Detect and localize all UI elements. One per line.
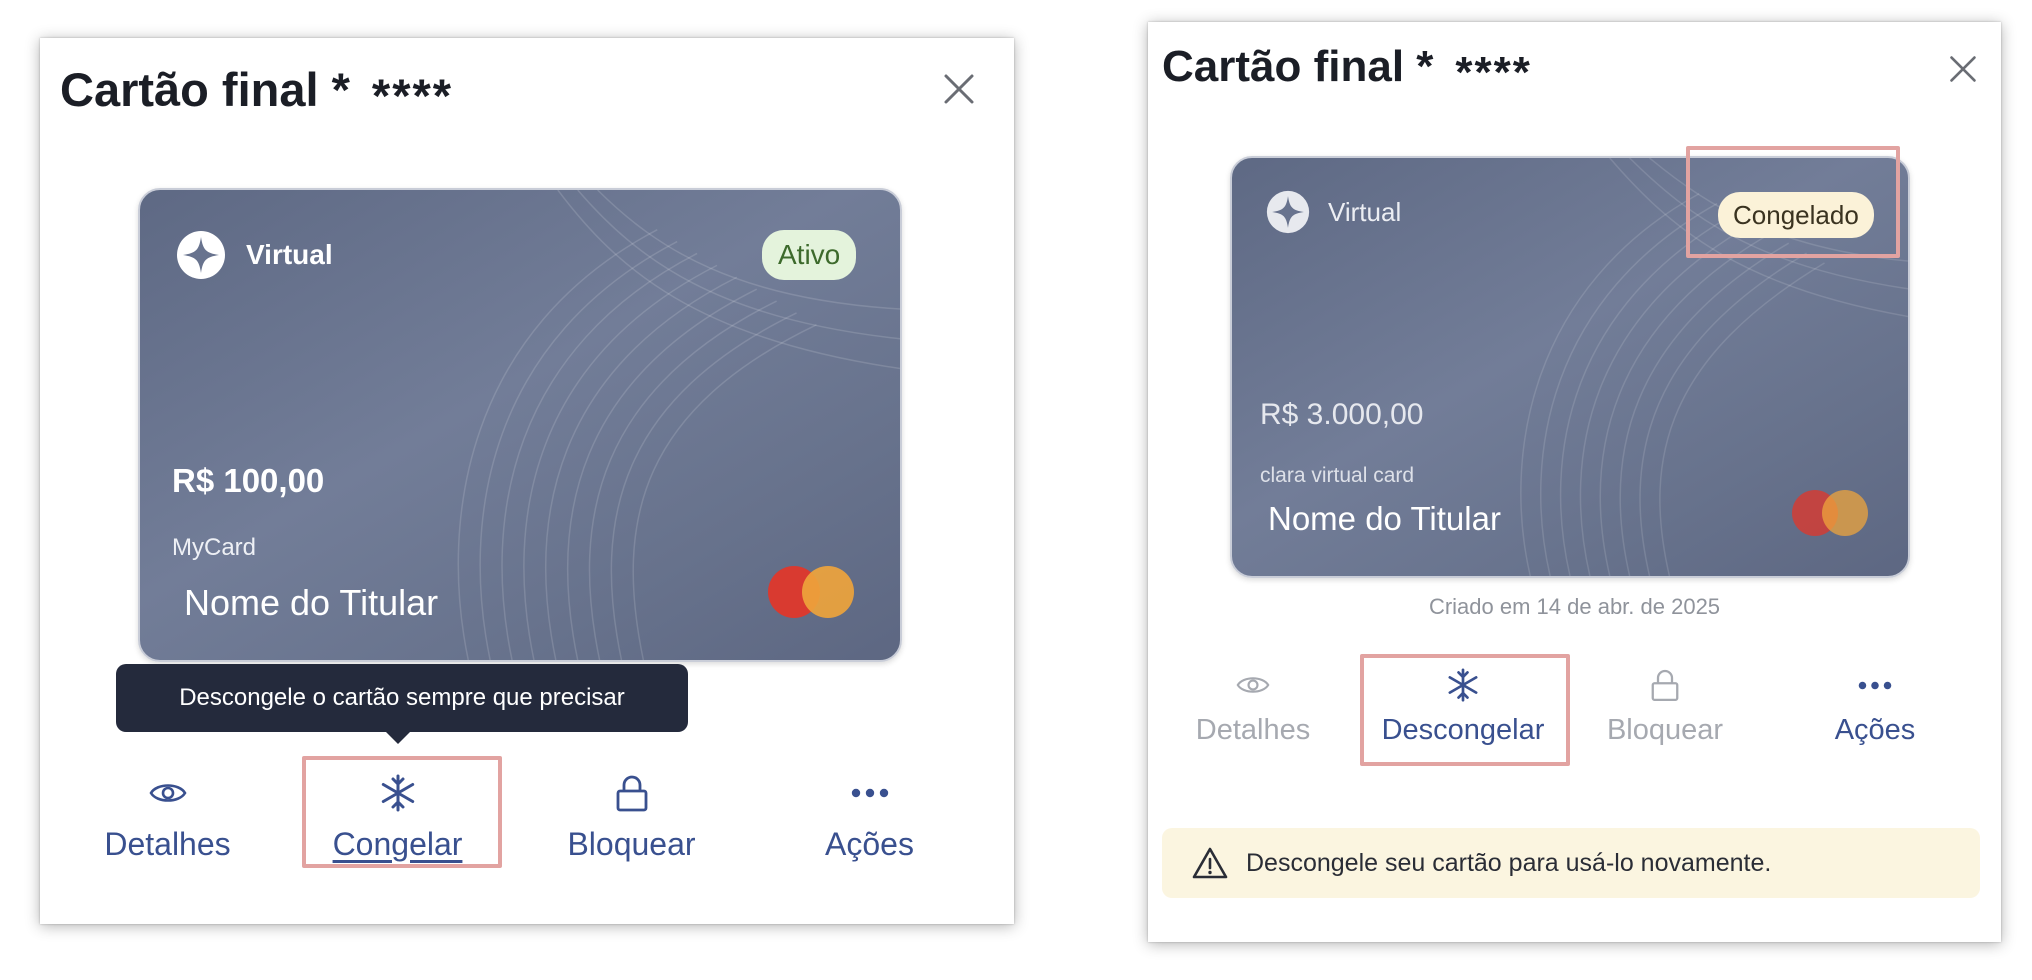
created-date: Criado em 14 de abr. de 2025	[1428, 594, 1721, 619]
card-limit-amount: R$ 3.000,00	[1260, 398, 1424, 431]
virtual-star-icon	[177, 231, 225, 279]
details-button[interactable]: Detalhes	[80, 768, 255, 863]
freeze-button[interactable]: Congelar	[310, 768, 485, 863]
virtual-card: Virtual Congelado R$ 3.000,00 clara virt…	[1230, 156, 1910, 578]
frozen-notice: Descongele seu cartão para usá-lo novame…	[1162, 828, 1980, 898]
mastercard-logo	[1792, 490, 1872, 536]
more-actions-label: Ações	[1834, 714, 1916, 746]
card-holder-name: Nome do Titular	[184, 582, 439, 623]
card-type: Virtual	[176, 230, 333, 280]
close-icon[interactable]	[942, 72, 976, 106]
virtual-card: Virtual Ativo R$ 100,00 MyCard Nome do T…	[138, 188, 902, 662]
panel-title-text: Cartão final *	[60, 63, 350, 116]
close-icon[interactable]	[1948, 54, 1978, 84]
card-holder-name: Nome do Titular	[1268, 500, 1501, 537]
eye-icon	[148, 784, 187, 802]
mastercard-logo	[768, 566, 860, 618]
frozen-notice-text: Descongele seu cartão para usá-lo novame…	[1246, 848, 1772, 877]
virtual-star-icon	[1266, 190, 1310, 234]
more-actions-button[interactable]: Ações	[1790, 662, 1960, 747]
masked-card-number: ****	[371, 69, 454, 122]
block-label: Bloquear	[567, 826, 696, 862]
card-type-label: Virtual	[246, 239, 333, 270]
snowflake-icon	[1448, 668, 1478, 702]
freeze-tooltip: Descongele o cartão sempre que precisar	[116, 664, 688, 744]
details-button[interactable]: Detalhes	[1168, 662, 1338, 747]
unfreeze-button[interactable]: Descongelar	[1360, 662, 1566, 747]
details-label: Detalhes	[104, 826, 231, 862]
lock-icon	[1651, 669, 1679, 702]
block-button[interactable]: Bloquear	[1580, 662, 1750, 747]
panel-title: Cartão final * ****	[1162, 42, 1532, 97]
masked-card-number: ****	[1455, 48, 1532, 97]
panel-title: Cartão final * ****	[60, 62, 453, 122]
lock-icon	[616, 775, 647, 812]
block-button[interactable]: Bloquear	[544, 768, 719, 863]
eye-icon	[1236, 677, 1270, 693]
more-actions-button[interactable]: Ações	[782, 768, 957, 863]
unfreeze-label: Descongelar	[1381, 714, 1545, 746]
more-actions-label: Ações	[825, 826, 914, 862]
card-type-label: Virtual	[1328, 196, 1402, 227]
block-label: Bloquear	[1606, 714, 1724, 746]
warning-icon	[1192, 847, 1228, 879]
more-dots-icon	[851, 788, 888, 798]
status-badge: Congelado	[1718, 192, 1874, 238]
status-badge: Ativo	[762, 230, 857, 280]
panel-title-text: Cartão final *	[1162, 42, 1434, 91]
more-dots-icon	[1858, 681, 1892, 689]
snowflake-icon	[381, 774, 414, 812]
card-name: MyCard	[172, 534, 257, 561]
card-limit-amount: R$ 100,00	[172, 462, 325, 499]
card-details-panel-frozen: Cartão final * **** Virtual Congelado R$…	[1148, 22, 2001, 942]
card-name: clara virtual card	[1260, 464, 1415, 487]
details-label: Detalhes	[1195, 714, 1311, 746]
card-details-panel-active: Cartão final * **** Virtual Ativo R$ 100…	[40, 38, 1014, 924]
card-type: Virtual	[1266, 190, 1401, 234]
freeze-label: Congelar	[332, 826, 463, 862]
